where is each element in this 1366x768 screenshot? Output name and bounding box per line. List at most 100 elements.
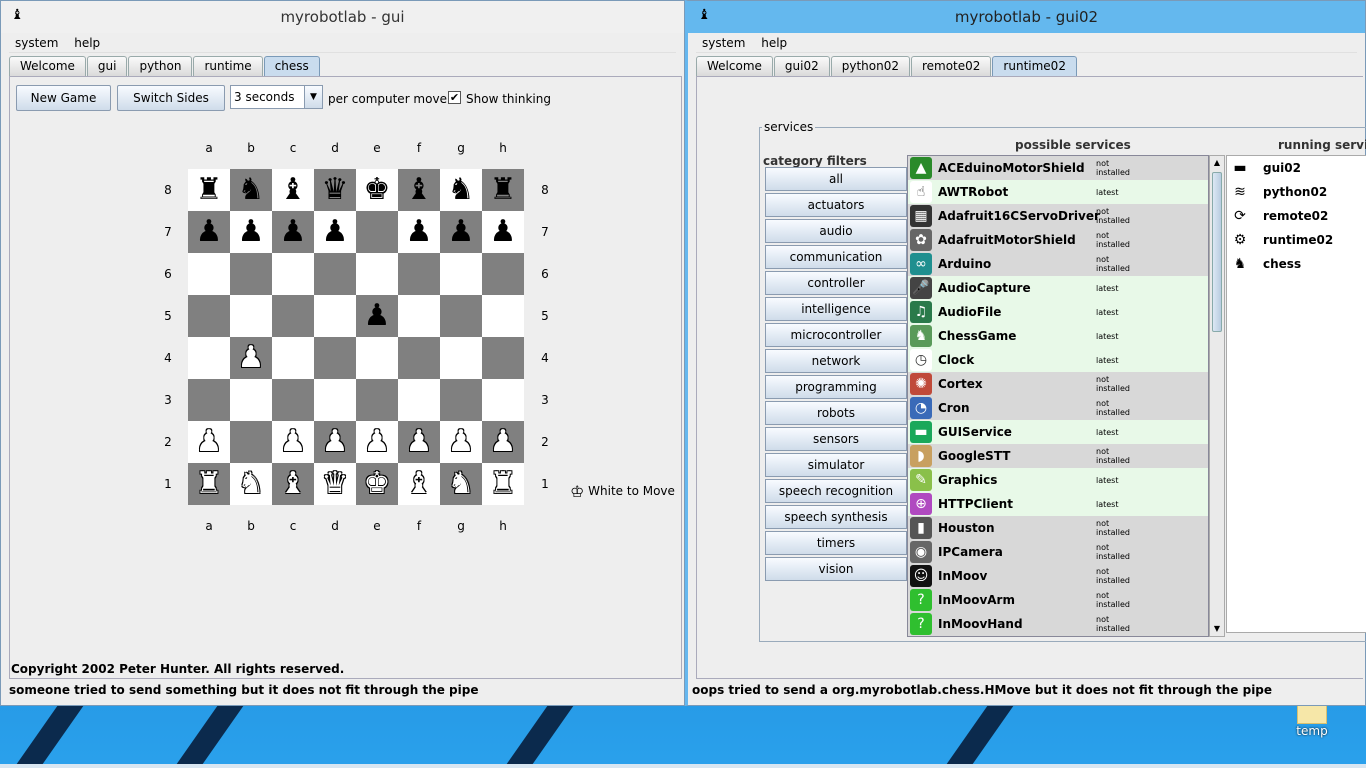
time-select[interactable]: 3 seconds ▼	[230, 85, 323, 109]
service-row[interactable]: ? InMoovHand not installed	[908, 612, 1208, 636]
board-square[interactable]	[272, 253, 314, 295]
board-square[interactable]	[272, 295, 314, 337]
tab-welcome[interactable]: Welcome	[696, 56, 773, 76]
black-knight-piece[interactable]: ♞	[440, 169, 482, 211]
service-row[interactable]: ♫ AudioFile latest	[908, 300, 1208, 324]
scroll-down-arrow[interactable]: ▼	[1210, 622, 1224, 636]
scroll-up-arrow[interactable]: ▲	[1210, 156, 1224, 170]
service-row[interactable]: ◉ IPCamera not installed	[908, 540, 1208, 564]
board-square[interactable]	[230, 253, 272, 295]
desktop-icon-temp[interactable]: temp	[1290, 704, 1334, 738]
board-square[interactable]	[398, 253, 440, 295]
service-row[interactable]: ☺ InMoov not installed	[908, 564, 1208, 588]
white-pawn-piece[interactable]: ♟	[482, 421, 524, 463]
service-row[interactable]: ? InMoovArm not installed	[908, 588, 1208, 612]
show-thinking-checkbox[interactable]: ✔	[448, 91, 461, 104]
service-row[interactable]: ◷ Clock latest	[908, 348, 1208, 372]
board-square[interactable]	[356, 337, 398, 379]
black-pawn-piece[interactable]: ♟	[482, 211, 524, 253]
board-square[interactable]	[398, 295, 440, 337]
scroll-thumb[interactable]	[1212, 172, 1222, 332]
category-communication-button[interactable]: communication	[765, 245, 907, 269]
category-all-button[interactable]: all	[765, 167, 907, 191]
possible-services-list[interactable]: ▲ ACEduinoMotorShield not installed ☝ AWTRob…	[907, 155, 1209, 637]
black-pawn-piece[interactable]: ♟	[230, 211, 272, 253]
black-king-piece[interactable]: ♚	[356, 169, 398, 211]
black-pawn-piece[interactable]: ♟	[272, 211, 314, 253]
service-row[interactable]: ▬ GUIService latest	[908, 420, 1208, 444]
black-pawn-piece[interactable]: ♟	[440, 211, 482, 253]
category-microcontroller-button[interactable]: microcontroller	[765, 323, 907, 347]
white-knight-piece[interactable]: ♞	[230, 463, 272, 505]
board-square[interactable]	[482, 337, 524, 379]
white-pawn-piece[interactable]: ♟	[314, 421, 356, 463]
chess-board[interactable]: ♜ ♞ ♝ ♛ ♚ ♝ ♞ ♜ ♟ ♟ ♟ ♟ ♟ ♟ ♟ ♟ ♟ ♟ ♟ ♟ ♟ ♟ ♟ ♟ ♜ ♞ ♝ ♛ ♚ ♝ ♞ ♜	[188, 169, 524, 505]
service-row[interactable]: ✺ Cortex not installed	[908, 372, 1208, 396]
black-rook-piece[interactable]: ♜	[482, 169, 524, 211]
category-robots-button[interactable]: robots	[765, 401, 907, 425]
category-simulator-button[interactable]: simulator	[765, 453, 907, 477]
category-vision-button[interactable]: vision	[765, 557, 907, 581]
service-row[interactable]: ✎ Graphics latest	[908, 468, 1208, 492]
black-queen-piece[interactable]: ♛	[314, 169, 356, 211]
board-square[interactable]	[482, 379, 524, 421]
white-knight-piece[interactable]: ♞	[440, 463, 482, 505]
category-intelligence-button[interactable]: intelligence	[765, 297, 907, 321]
new-game-button[interactable]: New Game	[16, 85, 111, 111]
black-pawn-piece[interactable]: ♟	[188, 211, 230, 253]
white-pawn-piece[interactable]: ♟	[230, 337, 272, 379]
white-pawn-piece[interactable]: ♟	[188, 421, 230, 463]
board-square[interactable]	[398, 379, 440, 421]
board-square[interactable]	[230, 379, 272, 421]
board-square[interactable]	[356, 211, 398, 253]
menu-help[interactable]: help	[68, 33, 106, 53]
menu-system[interactable]: system	[696, 33, 751, 53]
running-service-row[interactable]: ⟳ remote02	[1227, 204, 1366, 228]
board-square[interactable]	[356, 379, 398, 421]
category-timers-button[interactable]: timers	[765, 531, 907, 555]
service-row[interactable]: ♞ ChessGame latest	[908, 324, 1208, 348]
tab-python[interactable]: python	[128, 56, 193, 76]
board-square[interactable]	[188, 253, 230, 295]
board-square[interactable]	[188, 295, 230, 337]
board-square[interactable]	[314, 337, 356, 379]
board-square[interactable]	[272, 337, 314, 379]
board-square[interactable]	[482, 295, 524, 337]
white-pawn-piece[interactable]: ♟	[356, 421, 398, 463]
category-speech-recognition-button[interactable]: speech recognition	[765, 479, 907, 503]
category-network-button[interactable]: network	[765, 349, 907, 373]
white-pawn-piece[interactable]: ♟	[272, 421, 314, 463]
black-pawn-piece[interactable]: ♟	[314, 211, 356, 253]
menu-help[interactable]: help	[755, 33, 793, 53]
category-speech-synthesis-button[interactable]: speech synthesis	[765, 505, 907, 529]
service-row[interactable]: ▮ Houston not installed	[908, 516, 1208, 540]
tab-remote02[interactable]: remote02	[910, 56, 992, 76]
tab-gui02[interactable]: gui02	[773, 56, 830, 76]
service-row[interactable]: ▲ ACEduinoMotorShield not installed	[908, 156, 1208, 180]
black-pawn-piece[interactable]: ♟	[356, 295, 398, 337]
tab-runtime02[interactable]: runtime02	[992, 56, 1077, 76]
white-queen-piece[interactable]: ♛	[314, 463, 356, 505]
board-square[interactable]	[314, 253, 356, 295]
category-sensors-button[interactable]: sensors	[765, 427, 907, 451]
running-services-list[interactable]: ▬ gui02 ≋ python02 ⟳ remote02 ⚙ runtime02 ♞ chess	[1226, 155, 1366, 633]
board-square[interactable]	[188, 337, 230, 379]
white-rook-piece[interactable]: ♜	[188, 463, 230, 505]
tab-welcome[interactable]: Welcome	[9, 56, 86, 76]
running-service-row[interactable]: ≋ python02	[1227, 180, 1366, 204]
board-square[interactable]	[440, 379, 482, 421]
board-square[interactable]	[482, 253, 524, 295]
black-pawn-piece[interactable]: ♟	[398, 211, 440, 253]
category-programming-button[interactable]: programming	[765, 375, 907, 399]
service-row[interactable]: 🎤 AudioCapture latest	[908, 276, 1208, 300]
running-service-row[interactable]: ⚙ runtime02	[1227, 228, 1366, 252]
category-controller-button[interactable]: controller	[765, 271, 907, 295]
category-audio-button[interactable]: audio	[765, 219, 907, 243]
service-row[interactable]: ◔ Cron not installed	[908, 396, 1208, 420]
white-pawn-piece[interactable]: ♟	[440, 421, 482, 463]
white-pawn-piece[interactable]: ♟	[398, 421, 440, 463]
category-actuators-button[interactable]: actuators	[765, 193, 907, 217]
board-square[interactable]	[356, 253, 398, 295]
board-square[interactable]	[314, 379, 356, 421]
title-bar[interactable]: ♝ myrobotlab - gui	[1, 1, 684, 33]
